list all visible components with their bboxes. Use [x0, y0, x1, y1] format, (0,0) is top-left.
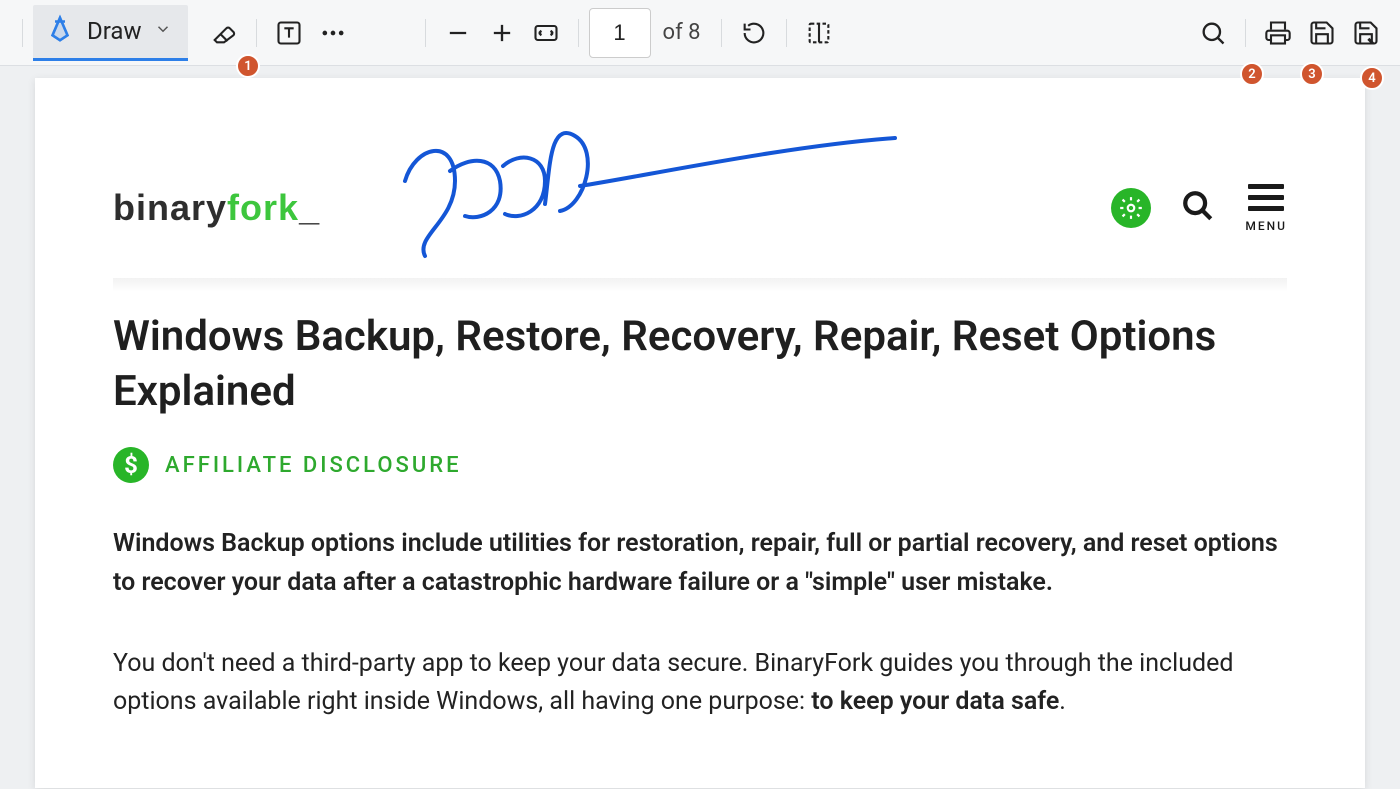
draw-tool-button[interactable]: Draw — [33, 5, 188, 61]
page-total-label: of 8 — [663, 20, 701, 45]
site-search-button[interactable] — [1181, 189, 1215, 227]
article-paragraph: You don't need a third-party app to keep… — [113, 645, 1287, 723]
dollar-icon: $ — [113, 447, 149, 483]
zoom-in-button[interactable] — [480, 11, 524, 55]
callout-badge-4: 4 — [1360, 66, 1384, 90]
fit-width-button[interactable] — [524, 11, 568, 55]
more-tools-button[interactable] — [311, 11, 355, 55]
separator — [22, 19, 23, 47]
logo-text-1: binary — [113, 187, 227, 229]
site-logo[interactable]: binaryfork_ — [113, 187, 319, 229]
affiliate-disclosure[interactable]: $ AFFILIATE DISCLOSURE — [113, 447, 1287, 483]
separator — [578, 19, 579, 47]
page-number-input[interactable] — [589, 8, 651, 58]
draw-tool-label: Draw — [87, 17, 142, 45]
settings-gear-icon[interactable] — [1111, 188, 1151, 228]
pen-icon — [45, 14, 75, 48]
callout-badge-3: 3 — [1300, 62, 1324, 86]
article-title: Windows Backup, Restore, Recovery, Repai… — [113, 310, 1287, 419]
affiliate-label: AFFILIATE DISCLOSURE — [165, 453, 462, 478]
separator — [721, 19, 722, 47]
text: . — [1059, 687, 1066, 716]
separator — [1245, 19, 1246, 47]
site-header: binaryfork_ MENU — [113, 168, 1287, 248]
pdf-page: binaryfork_ MENU Windows Backup, Restore… — [35, 78, 1365, 788]
separator — [786, 19, 787, 47]
hamburger-menu-button[interactable]: MENU — [1245, 184, 1287, 233]
rotate-button[interactable] — [732, 11, 776, 55]
menu-label: MENU — [1245, 219, 1287, 233]
logo-cursor: _ — [299, 187, 319, 229]
callout-badge-2: 2 — [1240, 62, 1264, 86]
separator — [425, 19, 426, 47]
zoom-out-button[interactable] — [436, 11, 480, 55]
header-divider — [113, 278, 1287, 292]
separator — [256, 19, 257, 47]
save-button[interactable] — [1300, 11, 1344, 55]
search-button[interactable] — [1191, 11, 1235, 55]
article-lead: Windows Backup options include utilities… — [113, 525, 1287, 603]
text-tool-button[interactable] — [267, 11, 311, 55]
chevron-down-icon — [154, 20, 172, 42]
text-bold: to keep your data safe — [811, 687, 1059, 716]
callout-badge-1: 1 — [236, 54, 260, 78]
eraser-button[interactable] — [202, 11, 246, 55]
pdf-toolbar: Draw of 8 — [0, 0, 1400, 66]
print-button[interactable] — [1256, 11, 1300, 55]
logo-text-2: fork — [227, 187, 299, 229]
document-viewport: binaryfork_ MENU Windows Backup, Restore… — [0, 66, 1400, 788]
hamburger-icon — [1245, 184, 1287, 211]
save-as-button[interactable] — [1344, 11, 1388, 55]
page-view-button[interactable] — [797, 11, 841, 55]
